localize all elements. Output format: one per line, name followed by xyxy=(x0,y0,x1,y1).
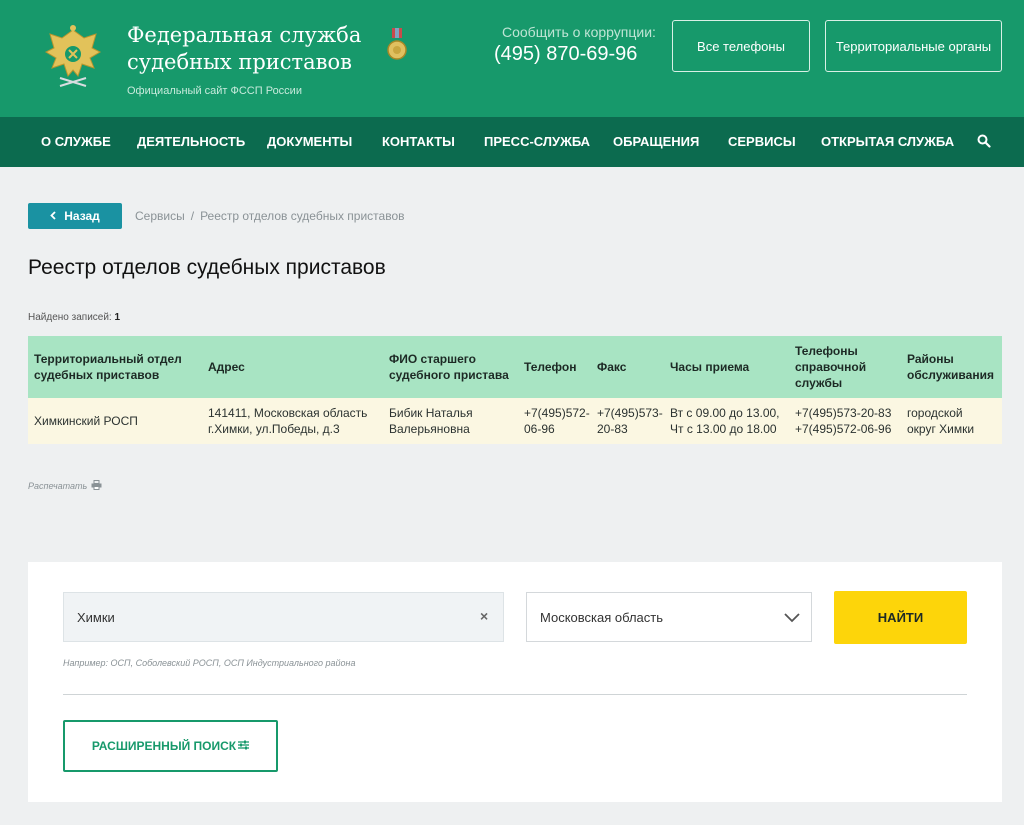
nav-item-services[interactable]: СЕРВИСЫ xyxy=(728,117,796,167)
cell-chief-line1: Бибик Наталья xyxy=(389,406,473,420)
search-example-hint: Например: ОСП, Соболевский РОСП, ОСП Инд… xyxy=(63,658,356,668)
cell-info-phones-line2: +7(495)572-06-96 xyxy=(795,422,892,436)
all-phones-button[interactable]: Все телефоны xyxy=(672,20,810,72)
nav-item-appeals[interactable]: ОБРАЩЕНИЯ xyxy=(613,117,699,167)
cell-chief: Бибик Наталья Валерьяновна xyxy=(389,405,473,437)
nav-item-about[interactable]: О СЛУЖБЕ xyxy=(41,117,111,167)
breadcrumb: Сервисы / Реестр отделов судебных приставо… xyxy=(135,209,405,223)
medal-icon[interactable] xyxy=(386,28,408,66)
back-button[interactable]: Назад xyxy=(28,203,122,229)
clear-icon[interactable]: × xyxy=(480,608,488,624)
column-header-fax: Факс xyxy=(597,360,627,374)
cell-districts: городской округ Химки xyxy=(907,405,974,437)
cell-phone-line2: 06-96 xyxy=(524,422,555,436)
print-label: Распечатать xyxy=(28,481,88,491)
territorial-bodies-button[interactable]: Территориальные органы xyxy=(825,20,1002,72)
main-nav: О СЛУЖБЕ ДЕЯТЕЛЬНОСТЬ ДОКУМЕНТЫ КОНТАКТЫ… xyxy=(0,117,1024,167)
column-header-phone: Телефон xyxy=(524,360,577,374)
column-header-hours: Часы приема xyxy=(670,360,750,374)
nav-item-contacts[interactable]: КОНТАКТЫ xyxy=(382,117,455,167)
cell-address-line2: г.Химки, ул.Победы, д.3 xyxy=(208,422,340,436)
breadcrumb-item-current: Реестр отделов судебных приставов xyxy=(200,209,405,223)
org-title-line2: судебных приставов xyxy=(127,50,352,74)
cell-fax-line2: 20-83 xyxy=(597,422,628,436)
cell-fax-line1: +7(495)573- xyxy=(597,406,663,420)
corruption-label: Сообщить о коррупции: xyxy=(502,24,656,40)
cell-info-phones-line1: +7(495)573-20-83 xyxy=(795,406,892,420)
printer-icon xyxy=(91,480,102,492)
nav-item-open-service[interactable]: ОТКРЫТАЯ СЛУЖБА xyxy=(821,117,954,167)
chevron-left-icon xyxy=(50,209,56,223)
cell-fax: +7(495)573- 20-83 xyxy=(597,405,663,437)
nav-item-documents[interactable]: ДОКУМЕНТЫ xyxy=(267,117,352,167)
cell-hours: Вт с 09.00 до 13.00, Чт с 13.00 до 18.00 xyxy=(670,405,780,437)
column-header-address: Адрес xyxy=(208,360,245,374)
column-header-districts: Районы обслуживания xyxy=(907,352,994,382)
search-icon[interactable] xyxy=(977,134,991,148)
cell-address: 141411, Московская область г.Химки, ул.П… xyxy=(208,405,367,437)
cell-hours-line1: Вт с 09.00 до 13.00, xyxy=(670,406,780,420)
page-title: Реестр отделов судебных приставов xyxy=(28,256,386,279)
cell-phone: +7(495)572- 06-96 xyxy=(524,405,590,437)
table-row: Химкинский РОСП 141411, Московская облас… xyxy=(28,398,1002,444)
cell-chief-line2: Валерьяновна xyxy=(389,422,470,436)
search-panel: × Московская область НАЙТИ Например: ОСП… xyxy=(28,562,1002,802)
cell-phone-line1: +7(495)572- xyxy=(524,406,590,420)
region-select-value: Московская область xyxy=(540,609,664,625)
registry-table: Территориальный отдел судебных приставов… xyxy=(28,336,1002,444)
cell-districts-line2: округ Химки xyxy=(907,422,975,436)
print-link[interactable]: Распечатать xyxy=(28,480,102,492)
org-title-line1: Федеральная служба xyxy=(127,23,362,47)
site-header: Федеральная служба судебных приставов Оф… xyxy=(0,0,1024,117)
cell-districts-line1: городской xyxy=(907,406,963,420)
breadcrumb-item-services[interactable]: Сервисы xyxy=(135,209,185,223)
chevron-down-icon xyxy=(783,608,801,626)
cell-office: Химкинский РОСП xyxy=(34,414,138,428)
column-header-info-phones: Телефоны справочной службы xyxy=(795,344,867,390)
advanced-search-label: РАСШИРЕННЫЙ ПОИСК xyxy=(91,739,237,753)
records-found-label: Найдено записей: xyxy=(28,312,112,323)
column-header-office: Территориальный отдел судебных приставов xyxy=(34,352,182,382)
breadcrumb-separator: / xyxy=(190,209,195,223)
advanced-search-button[interactable]: РАСШИРЕННЫЙ ПОИСК xyxy=(63,720,278,772)
region-select[interactable]: Московская область xyxy=(526,592,812,642)
records-found-count: 1 xyxy=(114,312,121,323)
nav-item-press[interactable]: ПРЕСС-СЛУЖБА xyxy=(484,117,590,167)
back-label: Назад xyxy=(64,209,100,223)
search-input[interactable] xyxy=(63,592,504,642)
column-header-chief: ФИО старшего судебного пристава xyxy=(389,352,509,382)
divider xyxy=(63,694,967,695)
cell-info-phones: +7(495)573-20-83 +7(495)572-06-96 xyxy=(795,405,891,437)
corruption-phone[interactable]: (495) 870-69-96 xyxy=(494,43,637,66)
nav-item-activity[interactable]: ДЕЯТЕЛЬНОСТЬ xyxy=(137,117,245,167)
find-button[interactable]: НАЙТИ xyxy=(834,591,967,644)
table-header: Территориальный отдел судебных приставов… xyxy=(28,336,1002,398)
org-subtitle: Официальный сайт ФССП России xyxy=(127,85,302,97)
filter-sliders-icon xyxy=(238,739,250,753)
cell-hours-line2: Чт с 13.00 до 18.00 xyxy=(670,422,777,436)
cell-address-line1: 141411, Московская область xyxy=(208,406,368,420)
fssp-emblem-icon[interactable] xyxy=(42,24,104,94)
org-title[interactable]: Федеральная служба судебных приставов xyxy=(127,22,361,76)
records-found: Найдено записей: 1 xyxy=(28,312,120,323)
